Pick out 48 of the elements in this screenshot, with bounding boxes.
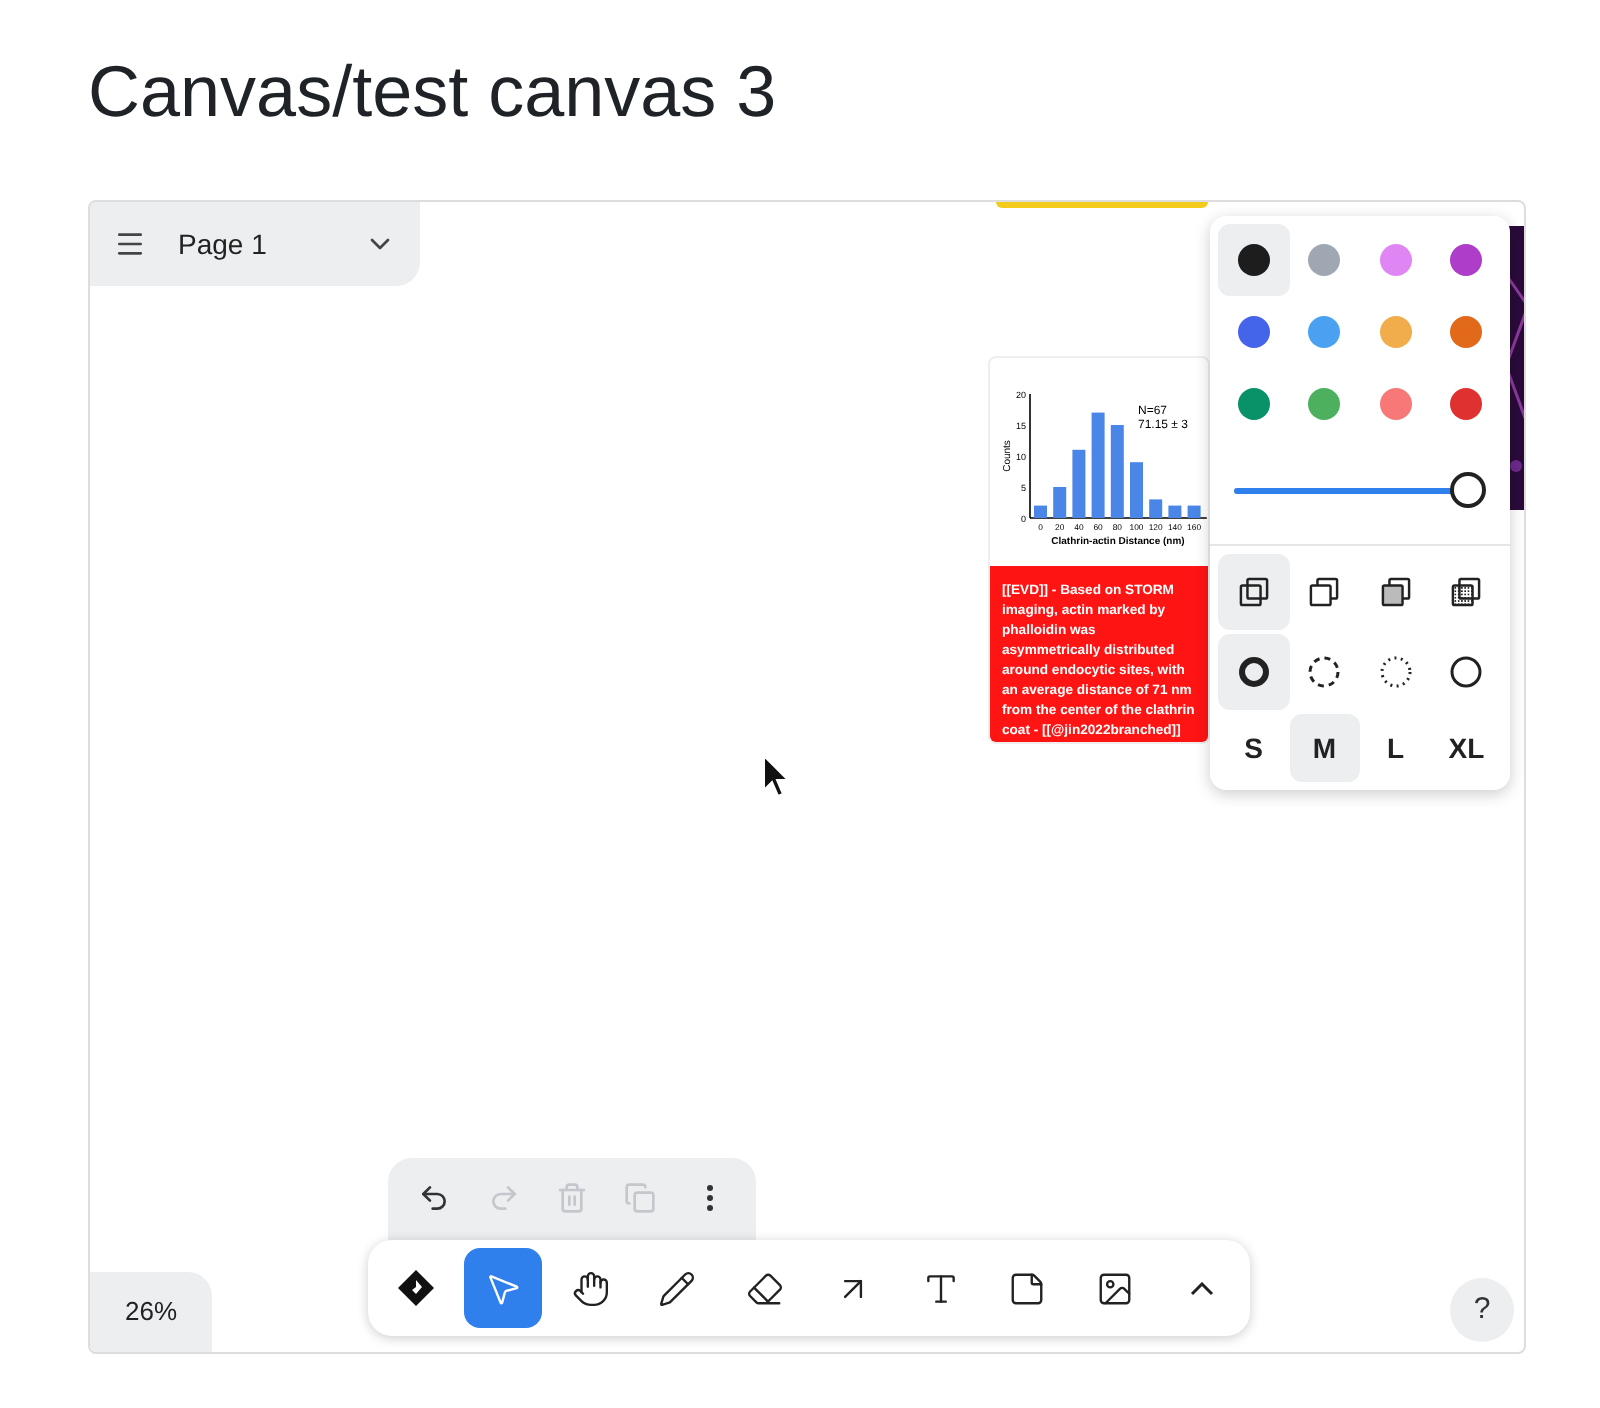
size-button[interactable]: L [1360,714,1431,782]
image-icon [1095,1269,1134,1307]
dash-style-button[interactable] [1218,634,1289,710]
hand-icon [571,1269,610,1307]
size-button[interactable]: S [1218,714,1289,782]
menu-icon [114,228,146,260]
bar [1149,499,1163,518]
sticky-note-icon [1008,1269,1047,1307]
redo-icon [487,1182,520,1214]
fill-solid-icon [1377,574,1414,610]
undo-icon [418,1182,451,1214]
zoom-level[interactable]: 26% [90,1272,212,1352]
slider-thumb[interactable] [1450,471,1486,507]
fill-semi-icon [1306,574,1343,610]
bar [1053,487,1067,518]
pencil-icon [658,1269,697,1307]
mouse-cursor-icon [762,754,790,798]
solid-circle-icon [1448,654,1485,690]
bar [1110,425,1124,518]
fill-none-icon [1235,574,1272,610]
page-menu[interactable]: Page 1 [90,202,420,286]
chevron-up-icon [1190,1281,1215,1295]
bar [1168,505,1182,518]
draw-circle-icon [1235,654,1272,690]
bar [1034,505,1047,518]
note-card[interactable] [988,356,1210,744]
opacity-slider[interactable] [1234,470,1486,510]
dashed-circle-icon [1306,654,1343,690]
duplicate-icon [624,1182,657,1214]
color-swatch[interactable] [1218,224,1289,296]
fill-pattern-icon [1448,574,1485,610]
text-icon [921,1269,960,1307]
size-button[interactable]: M [1289,714,1360,782]
trash-icon [556,1182,589,1214]
pointer-icon [484,1269,523,1307]
page-title: Canvas/test canvas 3 [88,48,777,136]
help-button[interactable]: ? [1450,1278,1514,1342]
bar [1130,462,1143,518]
eraser-icon [746,1269,785,1307]
bar [1091,412,1105,518]
bar [1072,449,1086,518]
fill-style-button[interactable] [1218,554,1289,630]
logo-icon [395,1268,436,1308]
more-icon [705,1184,714,1212]
size-button[interactable]: XL [1431,714,1502,782]
bar [1187,505,1201,518]
canvas[interactable] [88,200,1526,1354]
dotted-circle-icon [1377,654,1414,690]
